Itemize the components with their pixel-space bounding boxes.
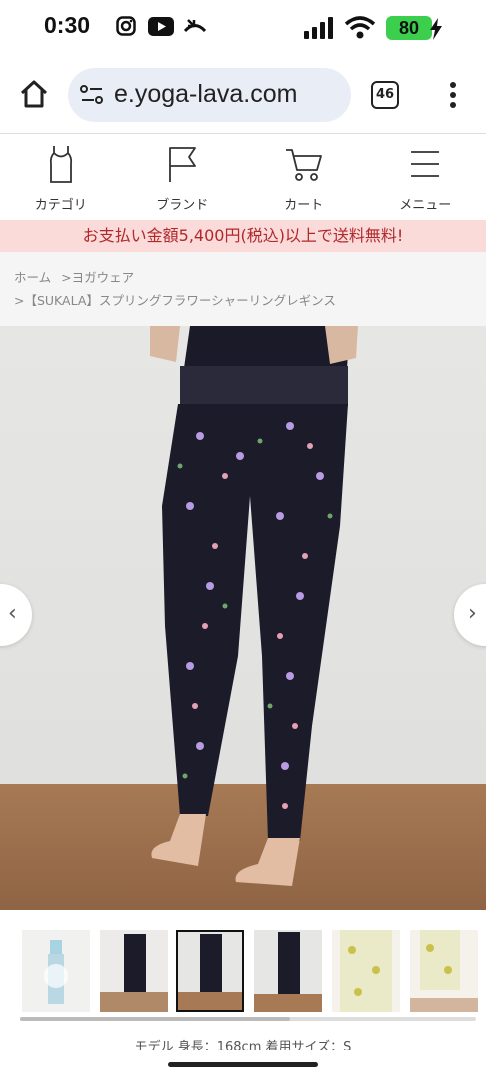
battery-indicator: 80 [386, 16, 432, 40]
browser-toolbar: e.yoga-lava.com 46 [0, 60, 486, 130]
home-icon[interactable] [18, 78, 50, 110]
more-options-icon[interactable] [444, 80, 462, 110]
thumbnail-3[interactable] [176, 930, 244, 1012]
model-info: モデル 身長：168cm 着用サイズ：S [134, 1040, 352, 1050]
gesture-bar[interactable] [168, 1062, 318, 1067]
address-bar[interactable]: e.yoga-lava.com [68, 68, 351, 122]
breadcrumb-product: >【SUKALA】スプリングフラワーシャーリングレギンス [14, 293, 336, 308]
wifi-icon [344, 16, 376, 39]
product-main-image[interactable]: ‹ › [0, 326, 486, 910]
thumbnail-5-image [340, 930, 392, 1012]
thumbnail-scrollbar-thumb[interactable] [20, 1017, 290, 1021]
tab-switcher-button[interactable]: 46 [371, 81, 399, 109]
thumbnail-scrollbar[interactable] [20, 1017, 476, 1021]
instagram-icon [116, 16, 136, 36]
thumbnail-6-image [410, 930, 478, 1012]
charging-icon [430, 18, 442, 40]
thumbnail-6[interactable] [410, 930, 478, 1012]
hamburger-icon [411, 151, 440, 177]
youtube-icon [148, 17, 174, 36]
url-text: e.yoga-lava.com [114, 80, 298, 108]
nav-brand-label: ブランド [156, 198, 209, 213]
cart-icon [285, 149, 322, 181]
model-leggings-illustration [150, 326, 358, 886]
breadcrumb-home[interactable]: ホーム [14, 270, 51, 285]
chevron-right-icon: › [468, 601, 477, 626]
signal-icon [304, 17, 333, 39]
nav-cart-label: カート [284, 198, 324, 213]
thumbnail-5[interactable] [332, 930, 400, 1012]
breadcrumb: ホーム >ヨガウェア >【SUKALA】スプリングフラワーシャーリングレギンス [0, 252, 486, 326]
thumbnail-1[interactable] [22, 930, 90, 1012]
thumbnail-4[interactable] [254, 930, 322, 1012]
nav-category[interactable]: カテゴリ [0, 134, 122, 220]
nav-cart[interactable]: カート [243, 134, 365, 220]
thumbnail-2[interactable] [100, 930, 168, 1012]
tank-top-icon [49, 146, 72, 183]
thumbnail-1-image [44, 940, 68, 1004]
status-time: 0:30 [44, 12, 91, 38]
missed-call-icon [183, 19, 207, 33]
free-shipping-banner[interactable]: お支払い金額5,400円(税込)以上で送料無料! [0, 220, 486, 252]
thumbnail-4-image [254, 932, 322, 1012]
thumbnail-3-image [178, 934, 242, 1010]
nav-category-label: カテゴリ [34, 198, 87, 213]
flag-icon [169, 147, 197, 182]
thumbnail-2-image [100, 934, 168, 1012]
chevron-left-icon: ‹ [8, 601, 17, 626]
breadcrumb-category[interactable]: >ヨガウェア [61, 270, 134, 285]
status-bar: 0:30 80 [0, 0, 486, 56]
nav-menu[interactable]: メニュー [365, 134, 486, 220]
nav-brand[interactable]: ブランド [122, 134, 244, 220]
site-nav: カテゴリ ブランド カート メニュー [0, 134, 486, 220]
nav-menu-label: メニュー [399, 198, 452, 213]
thumbnail-strip [0, 920, 486, 1020]
site-settings-icon[interactable] [80, 84, 104, 106]
